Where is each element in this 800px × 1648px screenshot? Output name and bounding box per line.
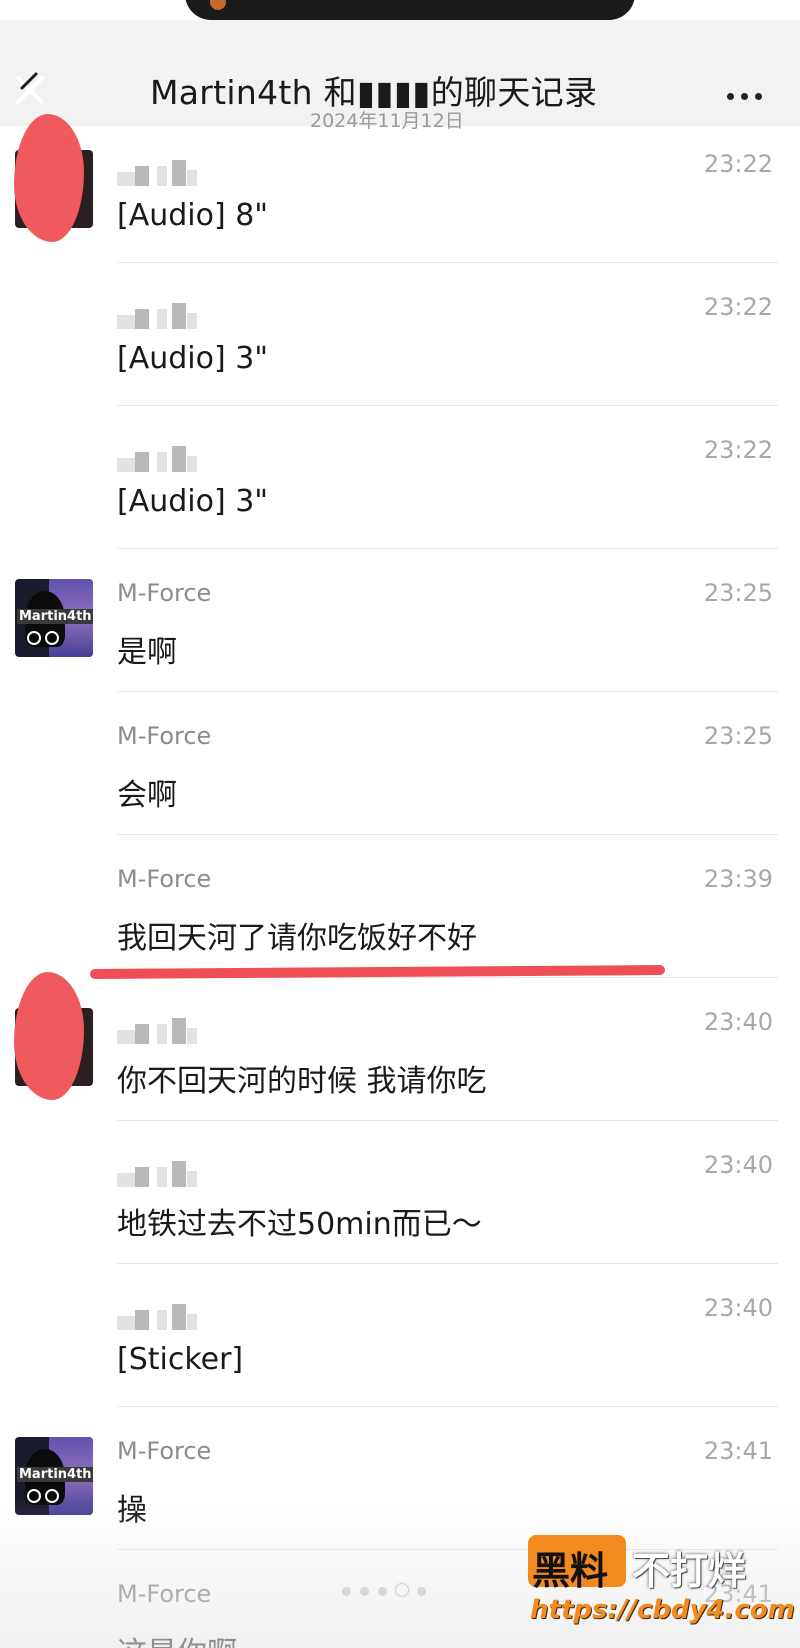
- redacted-sender-name: [117, 160, 197, 186]
- message-row[interactable]: M-Force 23:25 会啊: [0, 692, 800, 835]
- message-text: 是啊: [117, 635, 177, 670]
- message-row[interactable]: M-Force 23:39 我回天河了请你吃饭好不好: [0, 835, 800, 978]
- redacted-sender-name: [117, 1304, 197, 1330]
- more-dots-icon[interactable]: [727, 85, 771, 101]
- chat-history-header: Martin4th 和▮▮▮▮的聊天记录 2024年11月12日: [0, 20, 800, 132]
- watermark-url: https://cbdy4.com: [530, 1595, 795, 1625]
- avatar[interactable]: Martin4th: [15, 579, 93, 657]
- pager-dot: [342, 1587, 351, 1596]
- message-text: 地铁过去不过50min而已～: [117, 1207, 482, 1242]
- message-text: 你不回天河的时候 我请你吃: [117, 1064, 487, 1099]
- message-text: 我回天河了请你吃饭好不好: [117, 921, 477, 956]
- message-row[interactable]: 23:22 [Audio] 3": [0, 406, 800, 549]
- message-row[interactable]: 23:22 [Audio] 3": [0, 263, 800, 406]
- avatar-glasses: [45, 631, 59, 645]
- message-time: 23:40: [703, 1151, 773, 1179]
- message-row[interactable]: 23:40 你不回天河的时候 我请你吃: [0, 972, 800, 1121]
- redacted-sender-name: [117, 1161, 197, 1187]
- watermark-brand-a: 黑料: [532, 1549, 609, 1593]
- story-top-bar: [185, 0, 635, 20]
- message-text: [Audio] 8": [117, 198, 269, 233]
- message-text: [Sticker]: [117, 1342, 244, 1377]
- message-time: 23:22: [703, 436, 773, 464]
- message-time: 23:41: [703, 1437, 773, 1465]
- message-time: 23:25: [703, 722, 773, 750]
- redacted-sender-name: [117, 446, 197, 472]
- pager-dot: [378, 1587, 387, 1596]
- message-time: 23:22: [703, 150, 773, 178]
- pager-dot: [417, 1587, 426, 1596]
- watermark-brand-b: 不打烊: [632, 1549, 747, 1593]
- avatar-label: Martin4th: [17, 609, 93, 624]
- back-close-icon[interactable]: [10, 70, 50, 110]
- message-sender: M-Force: [117, 722, 212, 750]
- watermark: 黑料 不打烊 https://cbdy4.com: [528, 1535, 795, 1635]
- message-row[interactable]: M-Force 23:25 是啊 Martin4th: [0, 549, 800, 692]
- message-sender: M-Force: [117, 865, 212, 893]
- message-time: 23:22: [703, 293, 773, 321]
- message-time: 23:40: [703, 1008, 773, 1036]
- message-row[interactable]: 23:40 [Sticker]: [0, 1264, 800, 1407]
- message-sender: M-Force: [117, 579, 212, 607]
- redacted-sender-name: [117, 1018, 197, 1044]
- message-time: 23:39: [703, 865, 773, 893]
- message-row[interactable]: 23:40 地铁过去不过50min而已～: [0, 1121, 800, 1264]
- message-time: 23:25: [703, 579, 773, 607]
- message-text: [Audio] 3": [117, 341, 269, 376]
- red-scribble-redaction: [14, 114, 84, 242]
- message-text: [Audio] 3": [117, 484, 269, 519]
- avatar-glasses: [27, 631, 41, 645]
- avatar-label: Martin4th: [17, 1467, 93, 1482]
- message-time: 23:40: [703, 1294, 773, 1322]
- pager-dot: [360, 1587, 369, 1596]
- story-pager: [342, 1581, 435, 1596]
- message-text: 会啊: [117, 778, 177, 813]
- redacted-sender-name: [117, 303, 197, 329]
- message-row[interactable]: 23:22 [Audio] 8": [0, 114, 800, 263]
- message-sender: M-Force: [117, 1437, 212, 1465]
- red-scribble-redaction: [14, 972, 84, 1100]
- pager-dot: [396, 1584, 408, 1596]
